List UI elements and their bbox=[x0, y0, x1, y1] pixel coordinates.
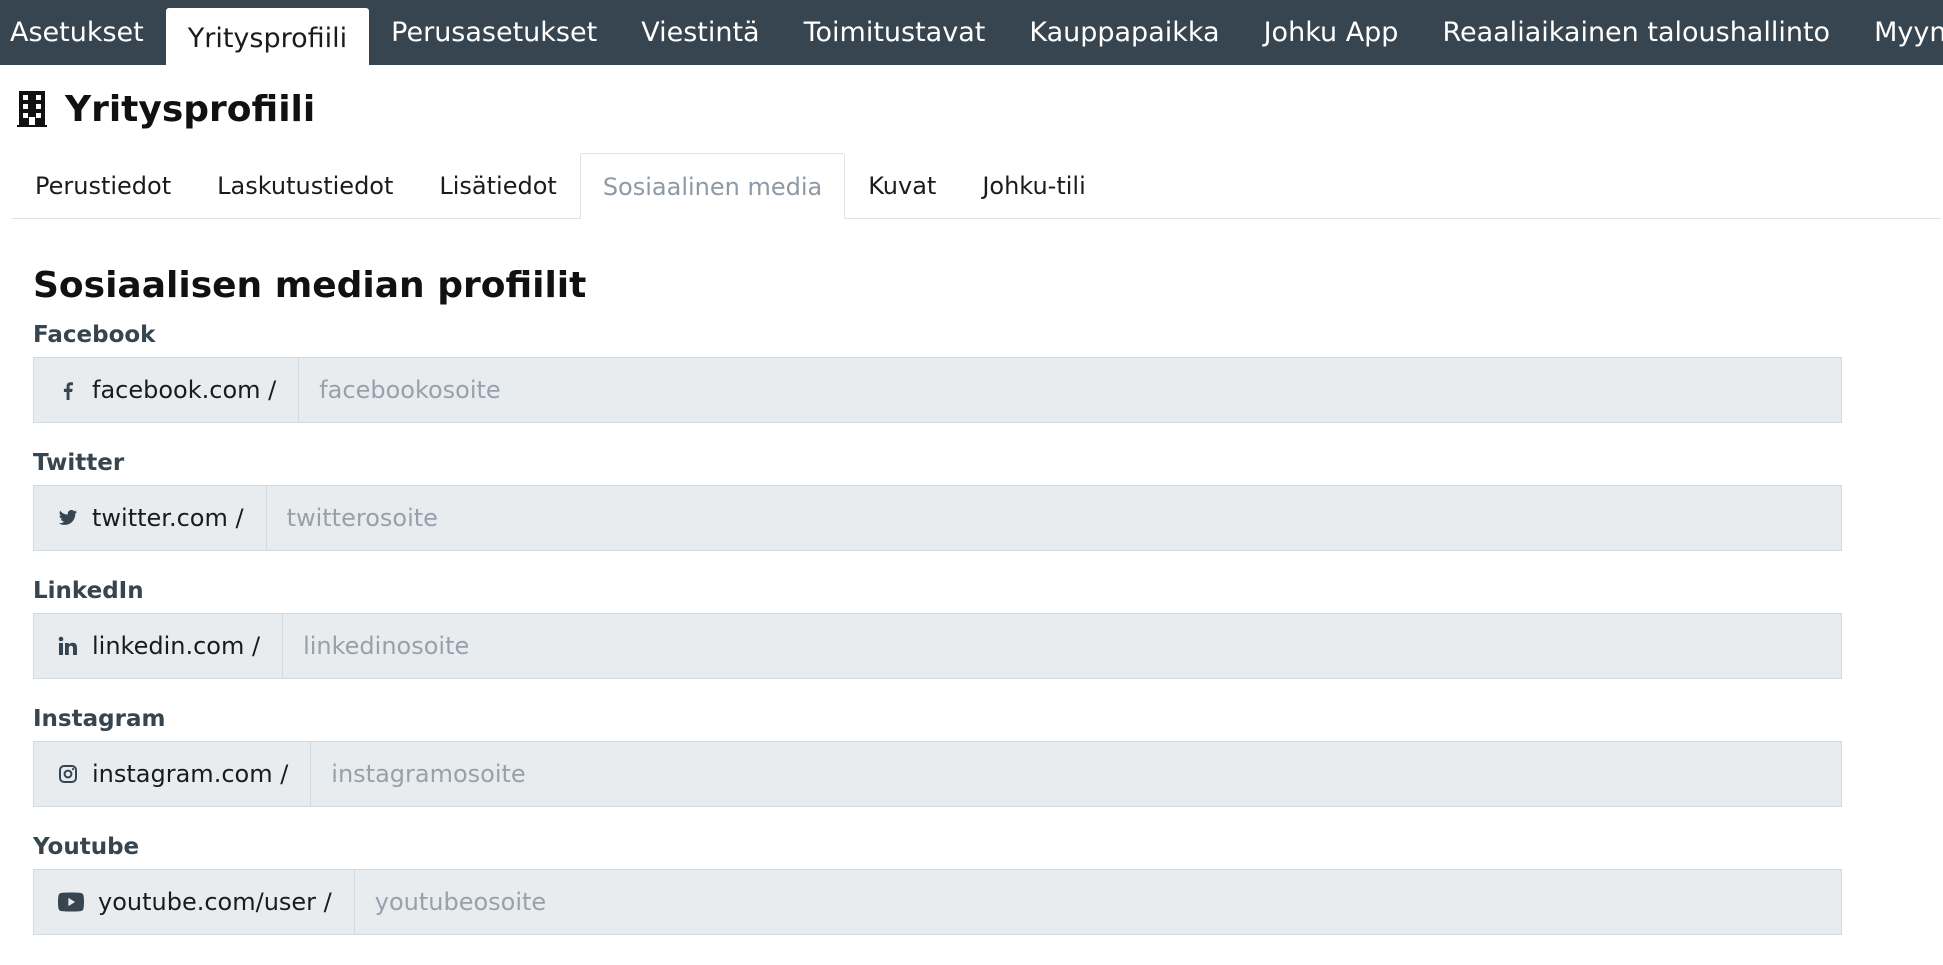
linkedin-input-group: linkedin.com / bbox=[33, 613, 1842, 679]
facebook-icon bbox=[63, 382, 73, 400]
youtube-input[interactable] bbox=[354, 870, 1841, 934]
twitter-input[interactable] bbox=[266, 486, 1841, 550]
tab-lisatiedot[interactable]: Lisätiedot bbox=[416, 153, 579, 218]
facebook-prefix: facebook.com / bbox=[34, 358, 300, 422]
youtube-label: Youtube bbox=[33, 834, 140, 860]
facebook-label: Facebook bbox=[33, 322, 156, 348]
page-header: Yritysprofiili bbox=[0, 65, 1943, 153]
youtube-prefix: youtube.com/user / bbox=[34, 870, 355, 934]
twitter-prefix-text: twitter.com / bbox=[92, 504, 244, 532]
linkedin-prefix-text: linkedin.com / bbox=[92, 632, 261, 660]
topnav-item-perusasetukset[interactable]: Perusasetukset bbox=[369, 0, 619, 65]
instagram-icon bbox=[59, 765, 77, 783]
topnav-item-johku-app[interactable]: Johku App bbox=[1242, 0, 1421, 65]
facebook-input[interactable] bbox=[299, 358, 1841, 422]
topnav-item-kauppapaikka[interactable]: Kauppapaikka bbox=[1007, 0, 1241, 65]
facebook-input-group: facebook.com / bbox=[33, 357, 1842, 423]
profile-tabs: Perustiedot Laskutustiedot Lisätiedot So… bbox=[12, 153, 1941, 219]
twitter-input-group: twitter.com / bbox=[33, 485, 1842, 551]
topnav-item-reaaliaikainen-taloushallinto[interactable]: Reaaliaikainen taloushallinto bbox=[1420, 0, 1852, 65]
twitter-label: Twitter bbox=[33, 450, 125, 476]
tab-laskutustiedot[interactable]: Laskutustiedot bbox=[194, 153, 416, 218]
instagram-prefix-text: instagram.com / bbox=[92, 760, 289, 788]
linkedin-icon bbox=[58, 636, 77, 655]
linkedin-prefix: linkedin.com / bbox=[34, 614, 284, 678]
youtube-prefix-text: youtube.com/user / bbox=[98, 888, 332, 916]
instagram-prefix: instagram.com / bbox=[34, 742, 312, 806]
youtube-input-group: youtube.com/user / bbox=[33, 869, 1842, 935]
instagram-input-group: instagram.com / bbox=[33, 741, 1842, 807]
topnav-item-myyntikanava[interactable]: Myyntikanava-ase bbox=[1852, 0, 1943, 65]
tab-johku-tili[interactable]: Johku-tili bbox=[959, 153, 1108, 218]
facebook-prefix-text: facebook.com / bbox=[92, 376, 277, 404]
tab-kuvat[interactable]: Kuvat bbox=[845, 153, 959, 218]
instagram-label: Instagram bbox=[33, 706, 166, 732]
linkedin-input[interactable] bbox=[283, 614, 1841, 678]
topnav-item-toimitustavat[interactable]: Toimitustavat bbox=[782, 0, 1008, 65]
twitter-icon bbox=[58, 510, 78, 525]
section-title: Sosiaalisen median profiilit bbox=[33, 265, 587, 306]
top-navigation: Asetukset Yritysprofiili Perusasetukset … bbox=[0, 0, 1943, 65]
youtube-field: Youtube youtube.com/user / bbox=[33, 829, 1943, 935]
linkedin-label: LinkedIn bbox=[33, 578, 144, 604]
tab-perustiedot[interactable]: Perustiedot bbox=[12, 153, 194, 218]
tab-sosiaalinen-media[interactable]: Sosiaalinen media bbox=[579, 153, 846, 219]
facebook-field: Facebook facebook.com / bbox=[33, 317, 1943, 423]
instagram-field: Instagram instagram.com / bbox=[33, 701, 1943, 807]
topnav-item-asetukset[interactable]: Asetukset bbox=[0, 0, 166, 65]
youtube-icon bbox=[58, 892, 84, 912]
page-title: Yritysprofiili bbox=[65, 88, 316, 130]
linkedin-field: LinkedIn linkedin.com / bbox=[33, 573, 1943, 679]
topnav-item-yritysprofiili[interactable]: Yritysprofiili bbox=[165, 8, 370, 65]
building-icon bbox=[17, 91, 47, 127]
instagram-input[interactable] bbox=[311, 742, 1841, 806]
social-media-content: Sosiaalisen median profiilit Facebook fa… bbox=[0, 263, 1943, 935]
twitter-field: Twitter twitter.com / bbox=[33, 445, 1943, 551]
twitter-prefix: twitter.com / bbox=[34, 486, 267, 550]
topnav-item-viestinta[interactable]: Viestintä bbox=[619, 0, 781, 65]
